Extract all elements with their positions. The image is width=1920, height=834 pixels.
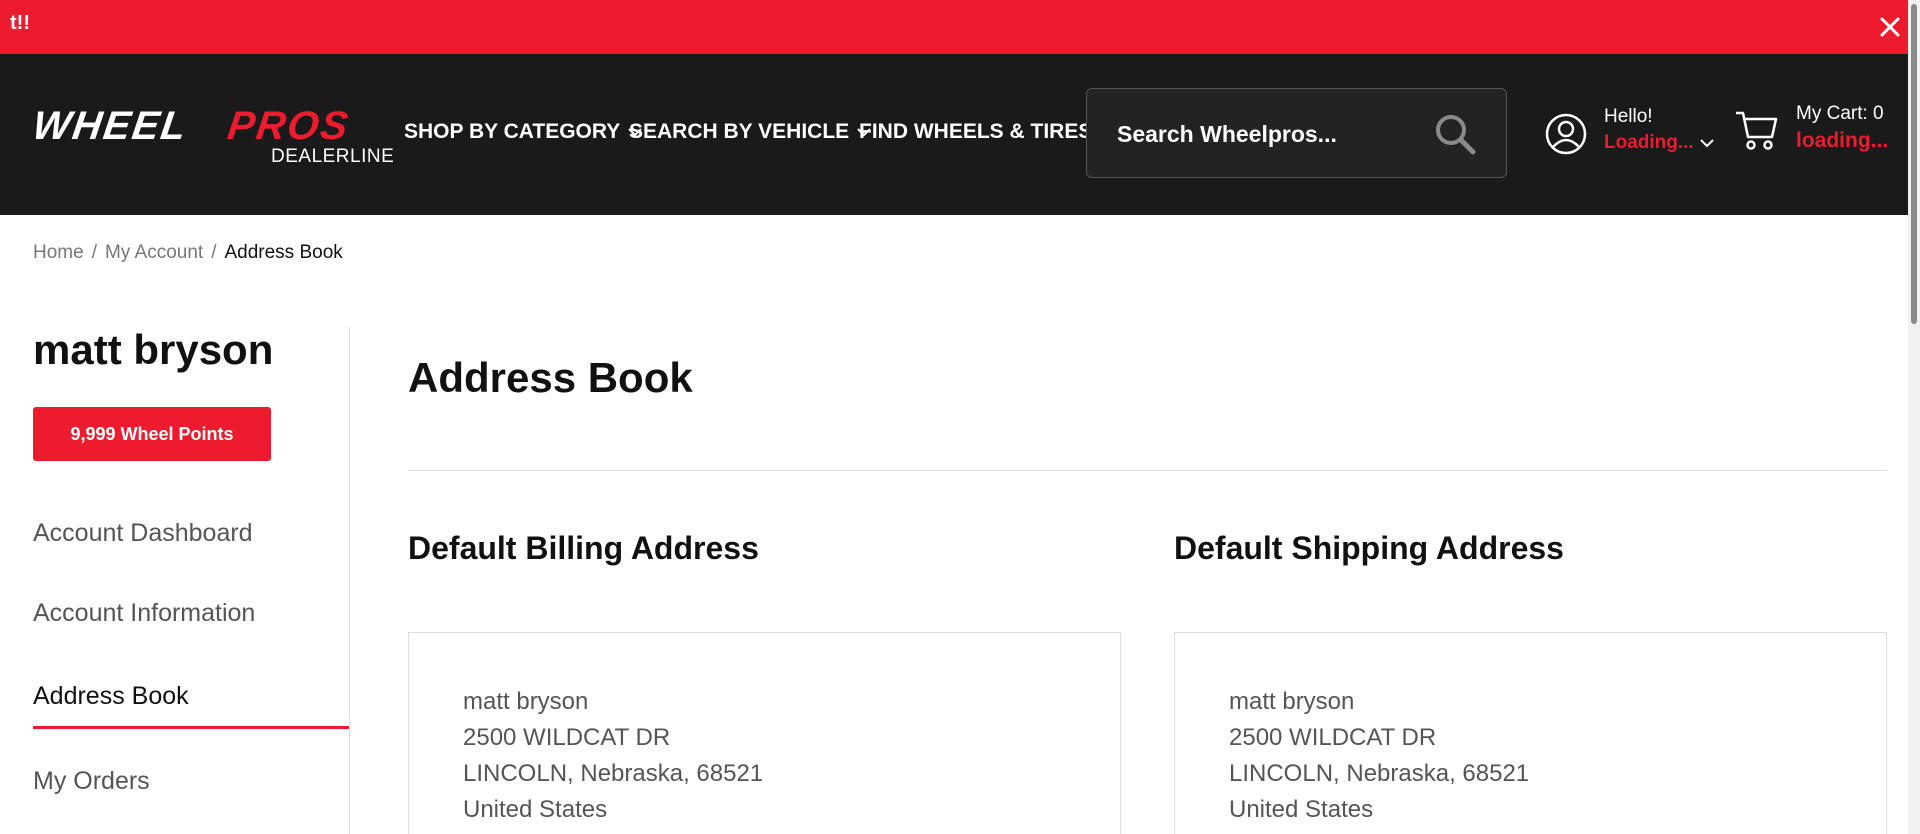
breadcrumb: Home / My Account / Address Book (33, 242, 343, 264)
sidebar-item-address-book[interactable]: Address Book (33, 682, 189, 711)
billing-city-state-zip: LINCOLN, Nebraska, 68521 (463, 760, 764, 787)
sidebar-item-my-orders[interactable]: My Orders (33, 767, 150, 796)
sidebar-item-account-dashboard[interactable]: Account Dashboard (33, 519, 253, 548)
billing-street: 2500 WILDCAT DR (463, 724, 671, 751)
logo-wheel-text: WHEEL (29, 104, 191, 148)
active-item-underline (33, 726, 349, 729)
logo-pros-text: PROS (224, 104, 353, 148)
breadcrumb-separator: / (91, 242, 97, 263)
shipping-address-card: matt bryson 2500 WILDCAT DR LINCOLN, Neb… (1174, 632, 1887, 834)
cart-label[interactable]: My Cart: 0 (1796, 103, 1884, 125)
chevron-down-icon (1700, 139, 1714, 148)
nav-vehicle-label: SEARCH BY VEHICLE (629, 120, 850, 143)
shipping-address-heading: Default Shipping Address (1174, 530, 1564, 566)
scrollbar-thumb[interactable] (1911, 4, 1917, 324)
user-greeting: Hello! (1604, 106, 1653, 127)
shipping-country: United States (1229, 796, 1374, 823)
logo-subtitle: DEALERLINE (271, 146, 395, 167)
billing-name: matt bryson (463, 688, 589, 715)
user-icon[interactable] (1543, 111, 1589, 157)
shipping-name: matt bryson (1229, 688, 1355, 715)
billing-country: United States (463, 796, 608, 823)
breadcrumb-my-account[interactable]: My Account (105, 242, 203, 264)
title-divider (408, 470, 1887, 471)
cart-icon[interactable] (1734, 107, 1780, 153)
alert-text: t!! (10, 12, 30, 34)
shipping-street: 2500 WILDCAT DR (1229, 724, 1437, 751)
page-title: Address Book (408, 354, 693, 401)
nav-find-label: FIND WHEELS & TIRES (859, 120, 1093, 143)
nav-find-wheels-tires[interactable]: FIND WHEELS & TIRES (859, 120, 1092, 144)
account-user-name: matt bryson (33, 326, 274, 373)
search-box (1086, 88, 1507, 178)
billing-address-card: matt bryson 2500 WILDCAT DR LINCOLN, Neb… (408, 632, 1121, 834)
close-icon[interactable] (1876, 13, 1904, 41)
user-menu-toggle[interactable]: Loading... (1604, 132, 1716, 154)
user-status: Loading... (1604, 132, 1694, 153)
page-scrollbar[interactable] (1908, 0, 1920, 834)
alert-bar: t!! (0, 0, 1920, 54)
cart-status: loading... (1796, 129, 1889, 152)
breadcrumb-home[interactable]: Home (33, 242, 84, 264)
site-header: WHEEL PROS DEALERLINE SHOP BY CATEGORY S… (0, 54, 1920, 215)
wheelpros-logo[interactable]: WHEEL PROS DEALERLINE (29, 104, 394, 167)
sidebar-divider (349, 327, 350, 834)
wheel-points-button[interactable]: 9,999 Wheel Points (33, 407, 271, 461)
billing-address-heading: Default Billing Address (408, 530, 759, 566)
sidebar-item-account-information[interactable]: Account Information (33, 599, 255, 628)
shipping-city-state-zip: LINCOLN, Nebraska, 68521 (1229, 760, 1530, 787)
search-input[interactable] (1117, 117, 1417, 151)
search-icon[interactable] (1432, 111, 1478, 157)
nav-shop-by-category[interactable]: SHOP BY CATEGORY (404, 120, 644, 144)
nav-search-by-vehicle[interactable]: SEARCH BY VEHICLE (629, 120, 873, 144)
breadcrumb-separator: / (211, 242, 217, 263)
breadcrumb-current: Address Book (224, 242, 343, 263)
nav-shop-label: SHOP BY CATEGORY (404, 120, 621, 143)
